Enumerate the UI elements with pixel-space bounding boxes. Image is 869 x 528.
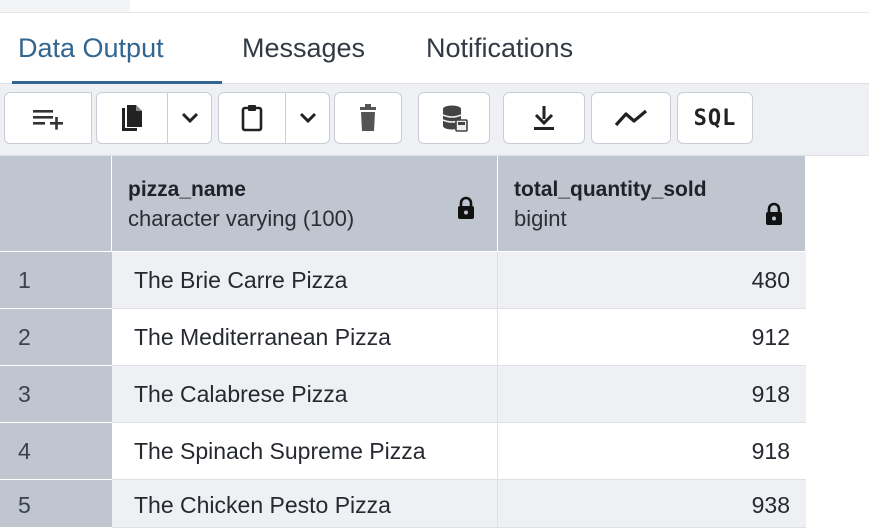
cell-pizza-name[interactable]: The Brie Carre Pizza [112, 252, 498, 309]
lock-icon [458, 196, 474, 219]
tab-data-output[interactable]: Data Output [18, 13, 164, 83]
column-header-pizza-name[interactable]: pizza_name character varying (100) [112, 156, 498, 252]
download-button[interactable] [503, 92, 585, 144]
delete-button[interactable] [334, 92, 402, 144]
paste-icon [241, 105, 263, 132]
paste-button[interactable] [218, 92, 286, 144]
cell-pizza-name[interactable]: The Spinach Supreme Pizza [112, 423, 498, 480]
save-data-icon [442, 105, 468, 132]
row-number[interactable]: 3 [0, 366, 112, 423]
row-number-header[interactable] [0, 156, 112, 252]
row-number[interactable]: 2 [0, 309, 112, 366]
column-name: pizza_name [128, 178, 246, 201]
row-number[interactable]: 4 [0, 423, 112, 480]
cell-pizza-name[interactable]: The Chicken Pesto Pizza [112, 480, 498, 528]
save-data-button[interactable] [418, 92, 490, 144]
row-number[interactable]: 5 [0, 480, 112, 528]
add-row-button[interactable] [4, 92, 92, 144]
sql-icon: SQL [693, 105, 737, 131]
cell-pizza-name[interactable]: The Mediterranean Pizza [112, 309, 498, 366]
cell-total-quantity-sold[interactable]: 918 [498, 366, 806, 423]
chevron-down-icon [181, 112, 198, 124]
chevron-down-icon [299, 112, 316, 124]
top-strip-shade [0, 0, 130, 12]
data-toolbar: SQL [0, 84, 869, 156]
paste-options-dropdown[interactable] [286, 92, 330, 144]
delete-icon [360, 104, 376, 131]
row-number[interactable]: 1 [0, 252, 112, 309]
sql-button[interactable]: SQL [677, 92, 753, 144]
query-results-panel: Data Output Messages Notifications SQL p… [0, 0, 869, 528]
cell-total-quantity-sold[interactable]: 938 [498, 480, 806, 528]
copy-options-dropdown[interactable] [168, 92, 212, 144]
output-tabs: Data Output Messages Notifications [0, 12, 869, 84]
column-type: bigint [514, 206, 567, 231]
download-icon [534, 106, 554, 130]
cell-total-quantity-sold[interactable]: 918 [498, 423, 806, 480]
results-grid: pizza_name character varying (100) total… [0, 156, 869, 528]
tab-messages[interactable]: Messages [242, 13, 365, 83]
add-row-icon [33, 110, 63, 130]
table-row[interactable]: 4 The Spinach Supreme Pizza 918 [0, 423, 806, 480]
graph-visualiser-button[interactable] [591, 92, 671, 144]
lock-icon [766, 202, 782, 225]
copy-button[interactable] [96, 92, 168, 144]
table-row[interactable]: 2 The Mediterranean Pizza 912 [0, 309, 806, 366]
top-strip [0, 0, 869, 12]
grid-empty-area [806, 156, 869, 528]
cell-total-quantity-sold[interactable]: 480 [498, 252, 806, 309]
graph-icon [614, 109, 648, 127]
table-row[interactable]: 1 The Brie Carre Pizza 480 [0, 252, 806, 309]
copy-icon [122, 105, 142, 131]
column-type: character varying (100) [128, 206, 355, 231]
table-row[interactable]: 3 The Calabrese Pizza 918 [0, 366, 806, 423]
table-row[interactable]: 5 The Chicken Pesto Pizza 938 [0, 480, 806, 528]
column-header-total-quantity-sold[interactable]: total_quantity_sold bigint [498, 156, 806, 252]
cell-pizza-name[interactable]: The Calabrese Pizza [112, 366, 498, 423]
column-name: total_quantity_sold [514, 178, 707, 201]
cell-total-quantity-sold[interactable]: 912 [498, 309, 806, 366]
tab-notifications[interactable]: Notifications [426, 13, 573, 83]
